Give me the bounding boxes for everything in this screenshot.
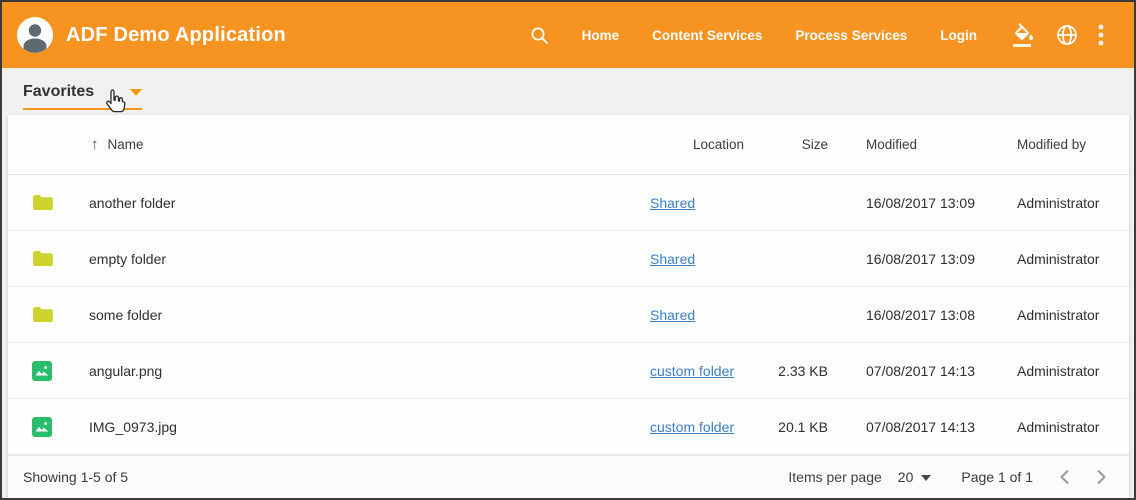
folder-icon bbox=[8, 250, 89, 267]
sort-ascending-icon: ↑ bbox=[91, 136, 99, 153]
column-header-size[interactable]: Size bbox=[770, 137, 828, 152]
search-button[interactable] bbox=[530, 26, 549, 45]
column-header-location[interactable]: Location bbox=[650, 137, 770, 152]
location-link[interactable]: Shared bbox=[650, 307, 695, 323]
table-row[interactable]: another folder Shared 16/08/2017 13:09 A… bbox=[8, 175, 1129, 231]
modified-by: Administrator bbox=[1017, 363, 1129, 379]
nav-item-content-services[interactable]: Content Services bbox=[652, 28, 762, 43]
favorites-dropdown[interactable]: Favorites bbox=[23, 83, 142, 110]
folder-icon bbox=[8, 306, 89, 323]
chevron-left-icon bbox=[1059, 469, 1070, 485]
modified-date: 16/08/2017 13:09 bbox=[828, 195, 1017, 211]
avatar[interactable] bbox=[17, 17, 53, 53]
modified-date: 16/08/2017 13:09 bbox=[828, 251, 1017, 267]
previous-page-button[interactable] bbox=[1059, 469, 1070, 485]
view-selector-bar: Favorites bbox=[2, 68, 1134, 115]
file-size: 2.33 KB bbox=[770, 363, 828, 379]
file-name: empty folder bbox=[89, 251, 650, 267]
app-title: ADF Demo Application bbox=[66, 24, 286, 47]
table-row[interactable]: empty folder Shared 16/08/2017 13:09 Adm… bbox=[8, 231, 1129, 287]
next-page-button[interactable] bbox=[1096, 469, 1107, 485]
range-label: Showing 1-5 of 5 bbox=[23, 469, 128, 485]
file-name: angular.png bbox=[89, 363, 650, 379]
table-row[interactable]: some folder Shared 16/08/2017 13:08 Admi… bbox=[8, 287, 1129, 343]
more-vert-icon bbox=[1098, 23, 1104, 47]
paginator: Showing 1-5 of 5 Items per page 20 Page … bbox=[8, 455, 1129, 498]
modified-by: Administrator bbox=[1017, 251, 1129, 267]
file-name: some folder bbox=[89, 307, 650, 323]
document-list-card: ↑ Name Location Size Modified Modified b… bbox=[8, 115, 1129, 498]
items-per-page-value: 20 bbox=[898, 469, 914, 485]
image-file-icon bbox=[8, 361, 89, 381]
file-name: another folder bbox=[89, 195, 650, 211]
location-link[interactable]: custom folder bbox=[650, 363, 734, 379]
modified-by: Administrator bbox=[1017, 419, 1129, 435]
header-icon-group bbox=[1012, 23, 1104, 47]
chevron-right-icon bbox=[1096, 469, 1107, 485]
modified-by: Administrator bbox=[1017, 307, 1129, 323]
app-window: ADF Demo Application Home Content Servic… bbox=[0, 0, 1136, 500]
app-header: ADF Demo Application Home Content Servic… bbox=[2, 2, 1134, 68]
page-label: Page 1 of 1 bbox=[961, 469, 1033, 485]
table-header-row: ↑ Name Location Size Modified Modified b… bbox=[8, 115, 1129, 175]
column-header-modified-by[interactable]: Modified by bbox=[1017, 137, 1129, 152]
table-row[interactable]: IMG_0973.jpg custom folder 20.1 KB 07/08… bbox=[8, 399, 1129, 455]
paginator-controls: Items per page 20 Page 1 of 1 bbox=[788, 469, 1107, 485]
location-link[interactable]: custom folder bbox=[650, 419, 734, 435]
modified-by: Administrator bbox=[1017, 195, 1129, 211]
modified-date: 07/08/2017 14:13 bbox=[828, 419, 1017, 435]
items-per-page-select[interactable]: 20 bbox=[898, 469, 932, 485]
nav-item-login[interactable]: Login bbox=[940, 28, 977, 43]
nav-item-process-services[interactable]: Process Services bbox=[795, 28, 907, 43]
modified-date: 07/08/2017 14:13 bbox=[828, 363, 1017, 379]
user-silhouette-icon bbox=[17, 17, 53, 53]
modified-date: 16/08/2017 13:08 bbox=[828, 307, 1017, 323]
folder-icon bbox=[8, 194, 89, 211]
image-file-icon bbox=[8, 417, 89, 437]
header-nav: Home Content Services Process Services L… bbox=[530, 23, 1104, 47]
file-size: 20.1 KB bbox=[770, 419, 828, 435]
table-row[interactable]: angular.png custom folder 2.33 KB 07/08/… bbox=[8, 343, 1129, 399]
column-header-name[interactable]: ↑ Name bbox=[91, 136, 650, 153]
items-per-page-label: Items per page bbox=[788, 469, 881, 485]
select-caret-icon bbox=[921, 475, 931, 481]
location-link[interactable]: Shared bbox=[650, 195, 695, 211]
search-icon bbox=[530, 26, 549, 45]
favorites-label: Favorites bbox=[23, 83, 94, 101]
theme-picker-button[interactable] bbox=[1012, 23, 1036, 47]
color-fill-icon bbox=[1012, 23, 1036, 47]
location-link[interactable]: Shared bbox=[650, 251, 695, 267]
more-menu-button[interactable] bbox=[1098, 23, 1104, 47]
nav-item-home[interactable]: Home bbox=[582, 28, 620, 43]
globe-icon bbox=[1056, 24, 1078, 46]
file-name: IMG_0973.jpg bbox=[89, 419, 650, 435]
column-header-modified[interactable]: Modified bbox=[828, 137, 1017, 152]
language-button[interactable] bbox=[1056, 24, 1078, 46]
dropdown-caret-icon bbox=[130, 89, 142, 96]
